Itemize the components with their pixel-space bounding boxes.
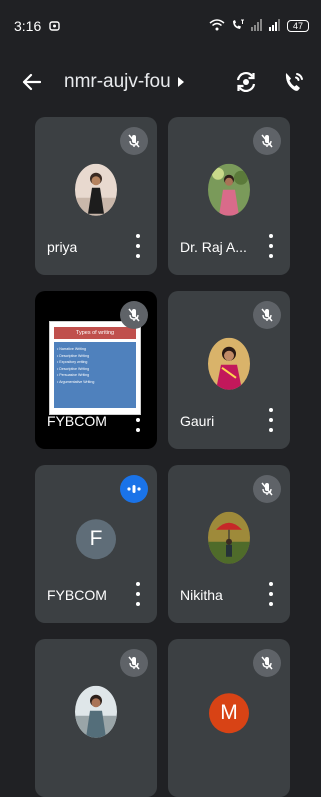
mic-off-icon bbox=[253, 127, 281, 155]
avatar-letter: M bbox=[209, 693, 249, 734]
slide-bullet: • Expository writing bbox=[57, 360, 88, 365]
participant-tile[interactable]: Nikitha bbox=[168, 465, 290, 623]
switch-camera-icon[interactable] bbox=[233, 69, 259, 95]
avatar bbox=[208, 337, 250, 390]
signal-sim2-icon bbox=[269, 18, 281, 34]
mic-off-icon bbox=[120, 649, 148, 677]
slide-title: Types of writing bbox=[54, 327, 136, 339]
meeting-header: nmr-aujv-fou bbox=[0, 58, 321, 106]
participant-tile[interactable]: Gauri bbox=[168, 291, 290, 449]
slide-bullet: • Argumentative Writing bbox=[57, 379, 95, 384]
participant-name: FYBCOM bbox=[47, 587, 107, 603]
more-options-icon[interactable] bbox=[264, 234, 278, 258]
meeting-code: nmr-aujv-fou bbox=[64, 71, 171, 92]
slide-bullet: • Narrative Writing bbox=[57, 347, 86, 351]
slide-bullet: • Persuasive Writing bbox=[57, 373, 90, 378]
slide-bullet: • Descriptive Writing bbox=[57, 353, 90, 358]
more-options-icon[interactable] bbox=[131, 408, 145, 432]
more-options-icon[interactable] bbox=[131, 582, 145, 606]
participant-name: FYBCOM bbox=[47, 413, 107, 429]
signal-sim1-icon bbox=[251, 18, 263, 34]
participant-tile[interactable]: priya bbox=[35, 117, 157, 275]
slide-body: • Narrative Writing • Descriptive Writin… bbox=[54, 342, 136, 408]
mic-off-icon bbox=[120, 301, 148, 329]
chevron-right-icon bbox=[177, 71, 185, 93]
avatar bbox=[75, 163, 117, 216]
avatar bbox=[208, 163, 250, 216]
participant-tile[interactable] bbox=[35, 639, 157, 797]
wifi-icon bbox=[209, 18, 225, 34]
mic-off-icon bbox=[253, 649, 281, 677]
avatar-letter: F bbox=[76, 519, 116, 560]
participant-tile[interactable]: M bbox=[168, 639, 290, 797]
meeting-title[interactable]: nmr-aujv-fou bbox=[64, 71, 185, 93]
participant-name: Dr. Raj A... bbox=[180, 239, 247, 255]
status-bar: 3:16 47 bbox=[0, 0, 321, 52]
slide-bullet: • Descriptive Writing bbox=[57, 366, 90, 371]
participant-tile-screen-share[interactable]: Types of writing • Narrative Writing • D… bbox=[35, 291, 157, 449]
speaking-indicator-icon bbox=[120, 475, 148, 503]
phone-audio-icon[interactable] bbox=[281, 69, 307, 95]
participant-name: Nikitha bbox=[180, 587, 223, 603]
participant-name: priya bbox=[47, 239, 78, 255]
more-options-icon[interactable] bbox=[131, 234, 145, 258]
participant-tile[interactable]: Dr. Raj A... bbox=[168, 117, 290, 275]
more-options-icon[interactable] bbox=[264, 582, 278, 606]
back-arrow-icon[interactable] bbox=[18, 69, 44, 95]
participant-name: Gauri bbox=[180, 413, 215, 429]
mic-off-icon bbox=[120, 127, 148, 155]
avatar bbox=[208, 511, 250, 564]
avatar bbox=[75, 685, 117, 738]
battery-indicator: 47 bbox=[287, 20, 309, 32]
shared-slide: Types of writing • Narrative Writing • D… bbox=[49, 321, 141, 415]
status-time: 3:16 bbox=[14, 18, 42, 34]
screen-record-icon bbox=[49, 18, 60, 34]
participant-tile[interactable]: F FYBCOM bbox=[35, 465, 157, 623]
more-options-icon[interactable] bbox=[264, 408, 278, 432]
mic-off-icon bbox=[253, 301, 281, 329]
call-vo-icon bbox=[231, 19, 245, 34]
mic-off-icon bbox=[253, 475, 281, 503]
